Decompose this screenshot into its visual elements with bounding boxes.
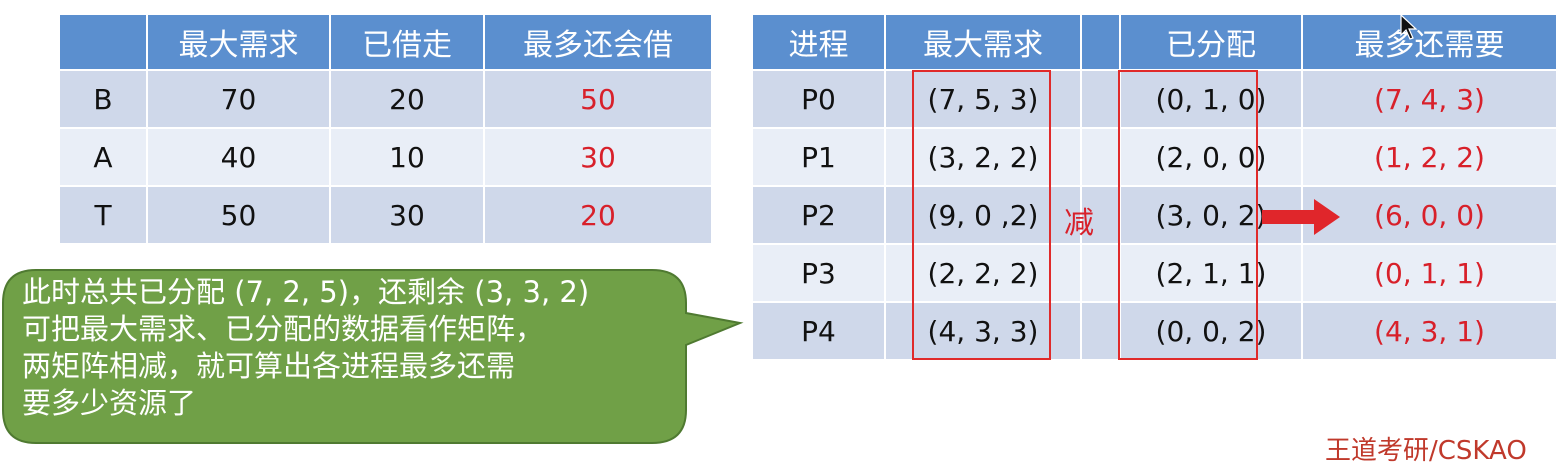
- header-cell: 进程: [751, 13, 886, 71]
- loan-table-header: 最大需求 已借走 最多还会借: [58, 13, 713, 71]
- max-demand: 40: [146, 127, 331, 187]
- header-cell: 已分配: [1119, 13, 1303, 71]
- mouse-cursor-icon: [1400, 14, 1418, 40]
- process-name: P0: [751, 69, 886, 129]
- gap-cell: [1080, 301, 1121, 361]
- remaining-borrow: 50: [483, 69, 713, 129]
- borrowed: 30: [329, 185, 485, 245]
- gap-cell: [1080, 127, 1121, 187]
- process-name: P4: [751, 301, 886, 361]
- gap-cell: [1080, 243, 1121, 303]
- still-need: (4, 3, 1): [1301, 301, 1558, 361]
- header-cell: [58, 13, 148, 71]
- max-demand: 70: [146, 69, 331, 129]
- header-cell: [1080, 13, 1121, 71]
- still-need: (1, 2, 2): [1301, 127, 1558, 187]
- borrower-name: A: [58, 127, 148, 187]
- header-cell: 最多还需要: [1301, 13, 1558, 71]
- borrower-name: B: [58, 69, 148, 129]
- borrowed: 10: [329, 127, 485, 187]
- gap-cell: [1080, 69, 1121, 129]
- minus-label: 减: [1064, 206, 1094, 241]
- header-cell: 最大需求: [146, 13, 331, 71]
- header-cell: 最大需求: [884, 13, 1082, 71]
- loan-table: 最大需求 已借走 最多还会借 B 70 20 50 A 40 10 30 T 5…: [58, 13, 713, 245]
- borrowed: 20: [329, 69, 485, 129]
- max-demand-matrix-box: [912, 70, 1051, 360]
- max-demand: 50: [146, 185, 331, 245]
- process-name: P3: [751, 243, 886, 303]
- watermark: 王道考研/CSKAO: [1325, 436, 1527, 466]
- borrower-name: T: [58, 185, 148, 245]
- header-cell: 最多还会借: [483, 13, 713, 71]
- remaining-borrow: 30: [483, 127, 713, 187]
- table-row: T 50 30 20: [58, 185, 713, 245]
- table-row: A 40 10 30: [58, 127, 713, 187]
- allocated-matrix-box: [1118, 70, 1258, 360]
- remaining-borrow: 20: [483, 185, 713, 245]
- right-arrow-icon: [1262, 199, 1340, 235]
- process-name: P2: [751, 185, 886, 245]
- process-table-header: 进程 最大需求 已分配 最多还需要: [751, 13, 1558, 71]
- still-need: (7, 4, 3): [1301, 69, 1558, 129]
- header-cell: 已借走: [329, 13, 485, 71]
- still-need: (0, 1, 1): [1301, 243, 1558, 303]
- process-name: P1: [751, 127, 886, 187]
- callout-text: 此时总共已分配 (7, 2, 5)，还剩余 (3, 3, 2) 可把最大需求、已…: [22, 275, 590, 420]
- table-row: B 70 20 50: [58, 69, 713, 129]
